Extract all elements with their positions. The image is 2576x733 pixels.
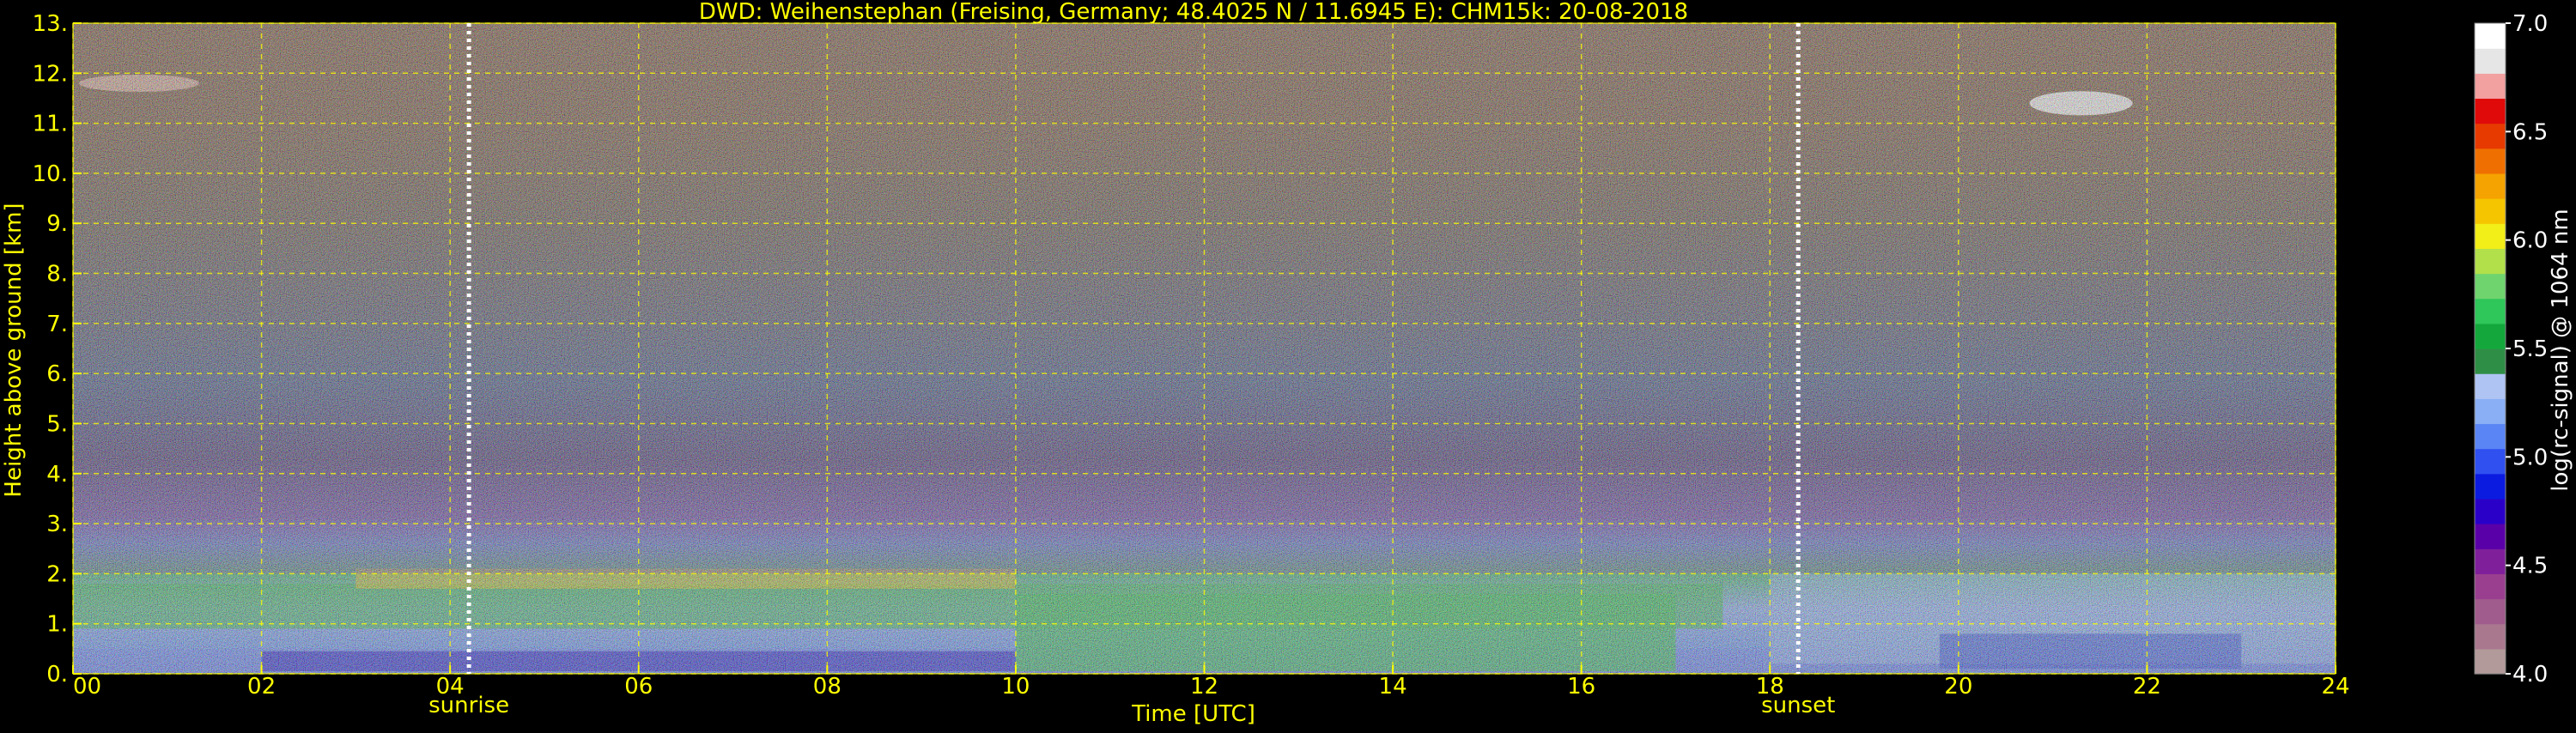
x-tick-label: 22 (2133, 674, 2161, 700)
y-tick-label: 11. (33, 112, 68, 137)
x-tick-label: 04 (436, 674, 465, 700)
chart-figure: sunrise sunset 00 02 04 06 08 10 12 14 16 18 20 22 24… (0, 0, 2576, 730)
x-tick-label: 08 (813, 674, 841, 700)
colorbar-swatch (2475, 524, 2506, 549)
colorbar-swatch (2475, 223, 2506, 249)
x-tick-label: 10 (1001, 674, 1030, 700)
y-tick-label: 6. (46, 361, 68, 387)
colorbar-swatch (2475, 173, 2506, 199)
x-tick-label: 06 (624, 674, 653, 700)
y-tick-label: 10. (33, 161, 68, 187)
x-tick-label: 18 (1756, 674, 1784, 700)
y-tick-label: 12. (33, 61, 68, 87)
x-tick-label: 12 (1190, 674, 1218, 700)
y-tick-label: 4. (46, 462, 68, 488)
colorbar-swatch (2475, 573, 2506, 600)
colorbar-swatch (2475, 198, 2506, 224)
x-axis-label: Time [UTC] (1131, 701, 1255, 727)
colorbar-swatch (2475, 298, 2506, 324)
colorbar-swatch (2475, 148, 2506, 174)
colorbar-swatch (2475, 648, 2506, 675)
y-tick-label: 0. (46, 662, 68, 688)
y-tick-label: 3. (46, 512, 68, 537)
x-tick-label: 20 (1944, 674, 1972, 700)
y-tick-label: 2. (46, 561, 68, 587)
colorbar-tick-label: 6.0 (2512, 228, 2548, 254)
x-tick-label: 00 (73, 674, 101, 700)
colorbar-swatch (2475, 123, 2506, 149)
colorbar-swatch (2475, 323, 2506, 349)
y-tick-label: 9. (46, 211, 68, 237)
colorbar-swatch (2475, 348, 2506, 374)
colorbar-swatch (2475, 398, 2506, 425)
y-tick-label: 1. (46, 612, 68, 638)
colorbar-tick-label: 6.5 (2512, 119, 2548, 145)
y-tick-label: 7. (46, 312, 68, 337)
y-axis-label: Height above ground [km] (1, 203, 27, 497)
colorbar-swatch (2475, 423, 2506, 450)
x-tick-label: 24 (2321, 674, 2349, 700)
colorbar-tick-label: 4.5 (2512, 554, 2548, 579)
colorbar-swatch (2475, 48, 2506, 74)
colorbar-swatch (2475, 23, 2506, 49)
colorbar-swatch (2475, 498, 2506, 524)
chart-title: DWD: Weihenstephan (Freising, Germany; 4… (699, 0, 1688, 25)
colorbar-tick-label: 5.0 (2512, 445, 2548, 470)
colorbar-swatch (2475, 248, 2506, 275)
y-tick-label: 8. (46, 262, 68, 288)
colorbar-swatch (2475, 98, 2506, 124)
x-tick-label: 14 (1379, 674, 1407, 700)
colorbar-tick-label: 4.0 (2512, 662, 2548, 688)
chart-svg: sunrise sunset 00 02 04 06 08 10 12 14 16 18 20 22 24… (1, 0, 2573, 727)
colorbar-swatch (2475, 473, 2506, 500)
colorbar-swatch (2475, 373, 2506, 399)
colorbar-swatch (2475, 73, 2506, 100)
colorbar-swatch (2475, 623, 2506, 650)
colorbar-swatch (2475, 548, 2506, 574)
colorbar-tick-label: 5.5 (2512, 336, 2548, 362)
x-tick-label: 02 (247, 674, 276, 700)
colorbar-swatch (2475, 598, 2506, 625)
colorbar-tick-label: 7.0 (2512, 11, 2548, 37)
y-tick-label: 5. (46, 411, 68, 437)
colorbar-swatch (2475, 273, 2506, 300)
colorbar-swatch (2475, 448, 2506, 475)
colorbar: 4.0 4.5 5.0 5.5 6.0 6.5 7.0 (2474, 11, 2548, 688)
y-tick-label: 13. (33, 11, 68, 37)
x-tick-label: 16 (1567, 674, 1595, 700)
colorbar-label: log(rc-signal) @ 1064 nm (2548, 209, 2573, 491)
